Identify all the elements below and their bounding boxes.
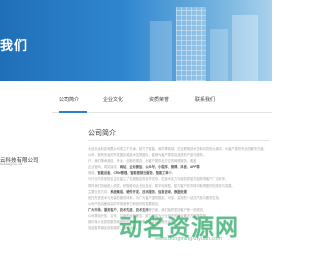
building-windows-graphic	[176, 7, 206, 81]
highlight-text: 广大市场、	[88, 207, 104, 212]
highlight-text: 数据处理	[174, 189, 187, 194]
tab-honors[interactable]: 资质荣誉	[149, 96, 169, 103]
building-graphic	[210, 29, 228, 81]
sidebar-company-name-en: Technology Co., Ltd.	[0, 163, 23, 166]
description-text: 同时我们持续投入研发，积极推动企业信息化、数字化转型，助力客户在市场中取得更好的…	[88, 183, 235, 188]
section-tabs: 公司简介 企业文化 资质荣誉 联系我们	[52, 91, 272, 113]
tab-corporate-culture[interactable]: 企业文化	[103, 96, 123, 103]
highlight-text: 智能设备、CRM管理、智能营销云服务、智能工单	[97, 171, 169, 176]
highlight-text: 网站、企业微信、公众号、小程序、微博、抖音、APP等	[119, 165, 200, 170]
tab-contact[interactable]: 联系我们	[195, 96, 215, 103]
active-tab-indicator	[59, 111, 87, 113]
highlight-text: 系统集成、	[110, 189, 127, 194]
description-text: 大连长远科技有限公司成立于天津，致力于智能、软件等领域，在互联网技术日新月异的大…	[88, 147, 267, 151]
description-text: 与行业内多家知名企业建立了长期稳定的合作关系，在技术实力与服务质量方面获得客户广…	[88, 177, 229, 182]
building-graphic	[150, 21, 172, 81]
hero-title: 我们	[0, 38, 29, 53]
hero-banner: 我们	[0, 0, 272, 81]
description-text: 主要业务方向：	[88, 189, 111, 194]
description-text: 企业官网、网站建设、	[88, 165, 120, 170]
section-divider	[88, 140, 270, 141]
highlight-text: 服务客户、	[103, 207, 120, 212]
description-text: 公司产品具备较高的市场竞争力和良好的发展前景，	[88, 201, 162, 206]
tab-company-profile[interactable]: 公司简介	[59, 96, 79, 103]
description-text: 依托先进技术与完善的服务体系，为广大客户提供稳定、可靠、高效的一站式产品与服务支…	[88, 195, 222, 200]
watermark-subtext: www.dongming-ziyuan.com	[155, 236, 222, 242]
section-title: 公司简介	[88, 130, 116, 137]
description-text: 户，我们秉承诚信、专业、创新的理念，为客户提供全方位的网络服务，覆盖	[88, 159, 197, 164]
description-text: 等。	[168, 171, 175, 176]
description-text: 公司，拥有完善的开发团队和技术支撑团队，能够为客户提供高品质的产品与服务。	[88, 153, 206, 158]
highlight-text: 信息咨询、	[158, 189, 175, 194]
highlight-text: 硬件开发、	[126, 189, 143, 194]
highlight-text: 技术服务、	[142, 189, 159, 194]
description-text: 领域，	[88, 171, 98, 176]
building-graphic	[232, 15, 258, 81]
